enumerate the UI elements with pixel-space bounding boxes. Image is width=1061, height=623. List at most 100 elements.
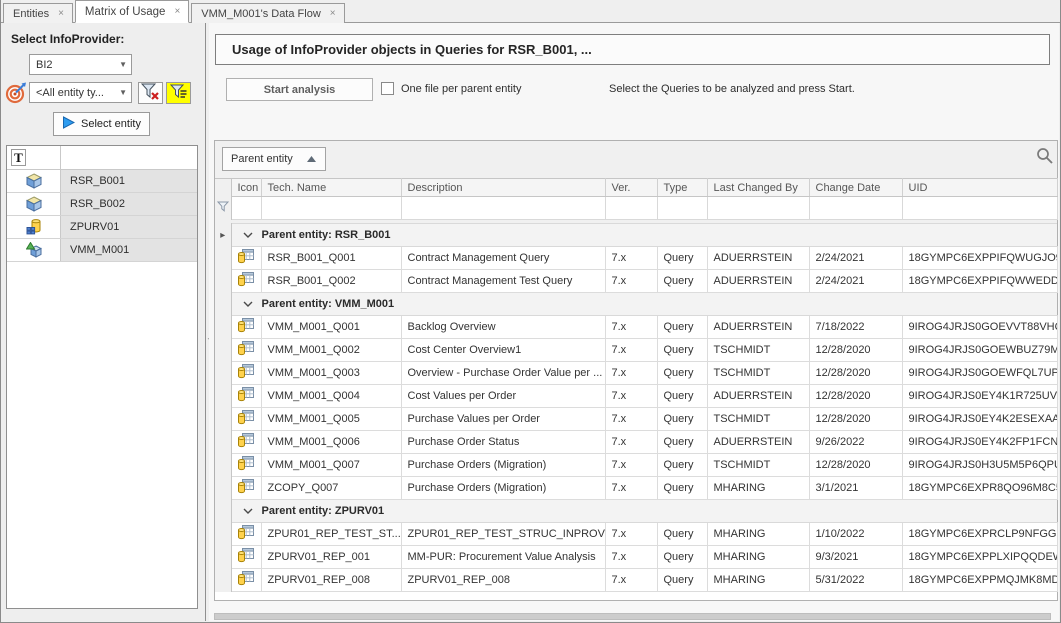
query-row-vmm-m001-q001[interactable]: VMM_M001_Q001Backlog Overview7.xQueryADU…: [215, 316, 1057, 339]
tab-matrix-of-usage[interactable]: Matrix of Usage×: [75, 0, 189, 23]
cell-uid: 9IROG4JRJS0GOEWFQL7UPZ...: [902, 362, 1057, 385]
row-indicator-header: [215, 179, 231, 197]
group-header-cell[interactable]: Parent entity: VMM_M001: [231, 293, 1057, 316]
datastore-icon: [7, 216, 61, 238]
filter-cell-uid[interactable]: [902, 197, 1057, 220]
cell-change-date: 2/24/2021: [809, 270, 902, 293]
group-row[interactable]: Parent entity: VMM_M001: [215, 293, 1057, 316]
column-header-tech-name[interactable]: Tech. Name: [261, 179, 401, 197]
column-header-change-date[interactable]: Change Date: [809, 179, 902, 197]
composite-provider-icon: [7, 239, 61, 261]
cell-last-changed-by: ADUERRSTEIN: [707, 270, 809, 293]
column-header-description[interactable]: Description: [401, 179, 605, 197]
cell-ver: 7.x: [605, 247, 657, 270]
column-header-icon[interactable]: Icon: [231, 179, 261, 197]
close-icon[interactable]: ×: [174, 7, 180, 17]
cell-ver: 7.x: [605, 270, 657, 293]
close-icon[interactable]: ×: [330, 9, 336, 19]
infocube-icon: [7, 170, 61, 192]
cell-last-changed-by: MHARING: [707, 477, 809, 500]
query-row-vmm-m001-q005[interactable]: VMM_M001_Q005Purchase Values per Order7.…: [215, 408, 1057, 431]
select-entity-button[interactable]: Select entity: [53, 112, 150, 136]
filter-cell-type[interactable]: [657, 197, 707, 220]
group-row[interactable]: Parent entity: ZPURV01: [215, 500, 1057, 523]
cell-type: Query: [657, 270, 707, 293]
filter-cell-last-changed-by[interactable]: [707, 197, 809, 220]
horizontal-scrollbar[interactable]: [214, 613, 1051, 620]
cell-type: Query: [657, 431, 707, 454]
cell-change-date: 3/1/2021: [809, 477, 902, 500]
list-item-rsr_b002[interactable]: RSR_B002: [7, 193, 197, 216]
query-row-zpurv01-rep-001[interactable]: ZPURV01_REP_001MM-PUR: Procurement Value…: [215, 546, 1057, 569]
group-row[interactable]: ▸Parent entity: RSR_B001: [215, 224, 1057, 247]
tab-entities[interactable]: Entities×: [3, 3, 73, 23]
query-icon: [231, 546, 261, 569]
system-dropdown[interactable]: BI2 ▼: [29, 54, 132, 75]
infoprovider-name: ZPURV01: [61, 216, 197, 238]
filter-cell-ver-[interactable]: [605, 197, 657, 220]
cell-last-changed-by: MHARING: [707, 523, 809, 546]
filter-cell-icon[interactable]: [231, 197, 261, 220]
query-icon: [231, 431, 261, 454]
cell-type: Query: [657, 385, 707, 408]
query-row-vmm-m001-q002[interactable]: VMM_M001_Q002Cost Center Overview17.xQue…: [215, 339, 1057, 362]
query-row-vmm-m001-q006[interactable]: VMM_M001_Q006Purchase Order Status7.xQue…: [215, 431, 1057, 454]
column-header-type[interactable]: Type: [657, 179, 707, 197]
column-header-last-changed-by[interactable]: Last Changed By: [707, 179, 809, 197]
chevron-down-icon[interactable]: [243, 505, 253, 517]
query-row-zpur01-rep-test-st-[interactable]: ZPUR01_REP_TEST_ST...ZPUR01_REP_TEST_STR…: [215, 523, 1057, 546]
list-item-zpurv01[interactable]: ZPURV01: [7, 216, 197, 239]
cell-uid: 18GYMPC6EXPRCLP9NFGGH9...: [902, 523, 1057, 546]
cell-description: ZPUR01_REP_TEST_STRUC_INPROV: [401, 523, 605, 546]
query-row-vmm-m001-q007[interactable]: VMM_M001_Q007Purchase Orders (Migration)…: [215, 454, 1057, 477]
filter-cell-change-date[interactable]: [809, 197, 902, 220]
search-icon[interactable]: [1036, 147, 1054, 165]
list-header-icon-cell: T: [7, 146, 61, 169]
row-indicator-cell: [215, 270, 231, 293]
cell-ver: 7.x: [605, 362, 657, 385]
group-header-cell[interactable]: Parent entity: ZPURV01: [231, 500, 1057, 523]
query-row-zcopy-q007[interactable]: ZCOPY_Q007Purchase Orders (Migration)7.x…: [215, 477, 1057, 500]
one-file-checkbox[interactable]: [381, 82, 394, 95]
cell-ver: 7.x: [605, 339, 657, 362]
tab-vmm-m001-s-data-flow[interactable]: VMM_M001's Data Flow×: [191, 3, 344, 23]
cell-tech-name: RSR_B001_Q002: [261, 270, 401, 293]
cell-type: Query: [657, 408, 707, 431]
cell-uid: 18GYMPC6EXPPIFQWWEDD5E...: [902, 270, 1057, 293]
text-filter-icon[interactable]: T: [11, 149, 26, 166]
filter-cell-description[interactable]: [401, 197, 605, 220]
queries-table: IconTech. NameDescriptionVer.TypeLast Ch…: [215, 178, 1058, 592]
close-icon[interactable]: ×: [58, 9, 64, 19]
row-indicator-cell: [215, 431, 231, 454]
start-analysis-button[interactable]: Start analysis: [226, 78, 373, 101]
query-row-rsr-b001-q001[interactable]: RSR_B001_Q001Contract Management Query7.…: [215, 247, 1057, 270]
cell-description: Purchase Orders (Migration): [401, 454, 605, 477]
entity-type-dropdown[interactable]: <All entity ty... ▼: [29, 82, 132, 103]
list-header-name-cell[interactable]: [61, 146, 197, 169]
infocube-icon: [7, 193, 61, 215]
chevron-down-icon[interactable]: [243, 229, 253, 241]
group-header-cell[interactable]: Parent entity: RSR_B001: [231, 224, 1057, 247]
column-header-uid[interactable]: UID: [902, 179, 1057, 197]
query-row-vmm-m001-q004[interactable]: VMM_M001_Q004Cost Values per Order7.xQue…: [215, 385, 1057, 408]
cell-change-date: 5/31/2022: [809, 569, 902, 592]
filter-cell-tech-name[interactable]: [261, 197, 401, 220]
query-row-zpurv01-rep-008[interactable]: ZPURV01_REP_008ZPURV01_REP_0087.xQueryMH…: [215, 569, 1057, 592]
chevron-down-icon[interactable]: [243, 298, 253, 310]
list-item-rsr_b001[interactable]: RSR_B001: [7, 170, 197, 193]
column-header-ver-[interactable]: Ver.: [605, 179, 657, 197]
row-indicator-cell: [215, 339, 231, 362]
clear-filter-button[interactable]: [138, 82, 163, 104]
cell-tech-name: VMM_M001_Q006: [261, 431, 401, 454]
group-by-field-button[interactable]: Parent entity: [222, 147, 326, 171]
cell-last-changed-by: TSCHMIDT: [707, 408, 809, 431]
query-row-vmm-m001-q003[interactable]: VMM_M001_Q003Overview - Purchase Order V…: [215, 362, 1057, 385]
filter-editor-button[interactable]: [166, 82, 191, 104]
cell-last-changed-by: ADUERRSTEIN: [707, 247, 809, 270]
query-row-rsr-b001-q002[interactable]: RSR_B001_Q002Contract Management Test Qu…: [215, 270, 1057, 293]
query-icon: [231, 339, 261, 362]
cell-change-date: 12/28/2020: [809, 385, 902, 408]
cell-tech-name: ZPURV01_REP_008: [261, 569, 401, 592]
list-item-vmm_m001[interactable]: VMM_M001: [7, 239, 197, 262]
query-icon: [231, 362, 261, 385]
